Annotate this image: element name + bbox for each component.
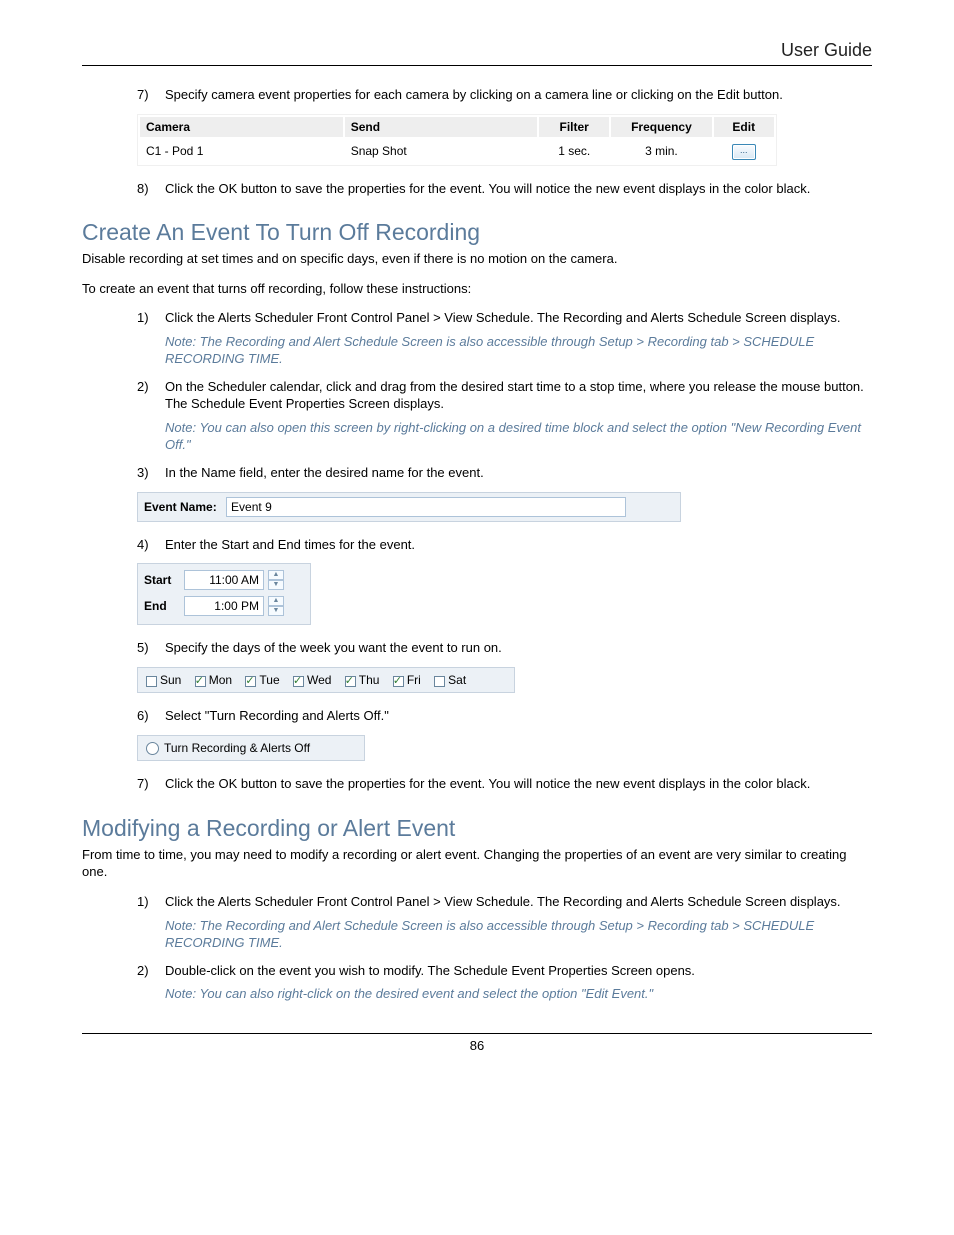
day-mon[interactable]: Mon	[195, 673, 232, 687]
step-a1-text: Click the Alerts Scheduler Front Control…	[165, 310, 841, 325]
col-send: Send	[345, 117, 537, 137]
section-create-event-off: Create An Event To Turn Off Recording	[82, 219, 872, 246]
step-8-text: Click the OK button to save the properti…	[165, 181, 810, 196]
chevron-up-icon[interactable]: ▲	[268, 596, 284, 606]
step-a5: 5) Specify the days of the week you want…	[137, 639, 872, 657]
step-b1: 1) Click the Alerts Scheduler Front Cont…	[137, 893, 872, 952]
checkbox-sun[interactable]	[146, 676, 157, 687]
day-sat-label: Sat	[448, 673, 466, 687]
start-spinner[interactable]: ▲▼	[268, 570, 284, 590]
step-a6: 6) Select "Turn Recording and Alerts Off…	[137, 707, 872, 725]
cell-filter: 1 sec.	[539, 139, 609, 163]
step-7-num: 7)	[137, 86, 149, 104]
step-b1-note: Note: The Recording and Alert Schedule S…	[165, 917, 872, 952]
section-modify-event: Modifying a Recording or Alert Event	[82, 815, 872, 842]
step-a5-text: Specify the days of the week you want th…	[165, 640, 502, 655]
radio-turn-off[interactable]	[146, 742, 159, 755]
step-8: 8) Click the OK button to save the prope…	[137, 180, 872, 198]
col-edit: Edit	[714, 117, 774, 137]
chevron-down-icon[interactable]: ▼	[268, 606, 284, 616]
step-7-text: Specify camera event properties for each…	[165, 87, 783, 102]
table-row: C1 - Pod 1 Snap Shot 1 sec. 3 min. ...	[140, 139, 774, 163]
day-sun[interactable]: Sun	[146, 673, 181, 687]
day-mon-label: Mon	[209, 673, 232, 687]
day-wed[interactable]: Wed	[293, 673, 331, 687]
checkbox-thu[interactable]	[345, 676, 356, 687]
col-camera: Camera	[140, 117, 343, 137]
col-frequency: Frequency	[611, 117, 711, 137]
step-b2-note: Note: You can also right-click on the de…	[165, 985, 872, 1003]
step-a7: 7) Click the OK button to save the prope…	[137, 775, 872, 793]
cell-camera: C1 - Pod 1	[140, 139, 343, 163]
footer-rule	[82, 1033, 872, 1034]
day-fri[interactable]: Fri	[393, 673, 421, 687]
step-a4-num: 4)	[137, 536, 149, 554]
step-b2-num: 2)	[137, 962, 149, 980]
step-a7-num: 7)	[137, 775, 149, 793]
step-8-num: 8)	[137, 180, 149, 198]
step-a2: 2) On the Scheduler calendar, click and …	[137, 378, 872, 454]
start-time-input[interactable]	[184, 570, 264, 590]
chevron-up-icon[interactable]: ▲	[268, 570, 284, 580]
step-a2-text: On the Scheduler calendar, click and dra…	[165, 379, 864, 412]
step-a6-text: Select "Turn Recording and Alerts Off."	[165, 708, 389, 723]
step-a7-text: Click the OK button to save the properti…	[165, 776, 810, 791]
step-a2-note: Note: You can also open this screen by r…	[165, 419, 872, 454]
chevron-down-icon[interactable]: ▼	[268, 580, 284, 590]
checkbox-tue[interactable]	[245, 676, 256, 687]
day-tue-label: Tue	[259, 673, 279, 687]
step-a1-note: Note: The Recording and Alert Schedule S…	[165, 333, 872, 368]
step-a1: 1) Click the Alerts Scheduler Front Cont…	[137, 309, 872, 368]
cell-send: Snap Shot	[345, 139, 537, 163]
step-b1-text: Click the Alerts Scheduler Front Control…	[165, 894, 841, 909]
checkbox-sat[interactable]	[434, 676, 445, 687]
day-tue[interactable]: Tue	[245, 673, 279, 687]
event-name-label: Event Name:	[144, 500, 217, 514]
checkbox-mon[interactable]	[195, 676, 206, 687]
header-rule	[82, 65, 872, 66]
step-a5-num: 5)	[137, 639, 149, 657]
start-label: Start	[144, 573, 184, 587]
end-label: End	[144, 599, 184, 613]
section-a-intro2: To create an event that turns off record…	[82, 280, 872, 298]
edit-button[interactable]: ...	[732, 144, 756, 160]
radio-turn-off-label: Turn Recording & Alerts Off	[164, 741, 310, 755]
start-end-figure: Start ▲▼ End ▲▼	[137, 563, 311, 625]
event-name-input[interactable]	[226, 497, 626, 517]
step-b2: 2) Double-click on the event you wish to…	[137, 962, 872, 1003]
camera-event-table: Camera Send Filter Frequency Edit C1 - P…	[137, 114, 777, 166]
header-title: User Guide	[82, 40, 872, 61]
day-thu-label: Thu	[359, 673, 380, 687]
step-b1-num: 1)	[137, 893, 149, 911]
section-a-intro1: Disable recording at set times and on sp…	[82, 250, 872, 268]
step-a3-text: In the Name field, enter the desired nam…	[165, 465, 484, 480]
days-of-week-figure: Sun Mon Tue Wed Thu Fri Sat	[137, 667, 515, 694]
end-time-input[interactable]	[184, 596, 264, 616]
step-a6-num: 6)	[137, 707, 149, 725]
step-a2-num: 2)	[137, 378, 149, 396]
day-thu[interactable]: Thu	[345, 673, 380, 687]
cell-frequency: 3 min.	[611, 139, 711, 163]
page-number: 86	[82, 1038, 872, 1053]
day-wed-label: Wed	[307, 673, 331, 687]
turn-off-figure: Turn Recording & Alerts Off	[137, 735, 365, 761]
step-a3-num: 3)	[137, 464, 149, 482]
section-b-intro: From time to time, you may need to modif…	[82, 846, 872, 881]
checkbox-fri[interactable]	[393, 676, 404, 687]
step-a1-num: 1)	[137, 309, 149, 327]
day-sat[interactable]: Sat	[434, 673, 466, 687]
step-a3: 3) In the Name field, enter the desired …	[137, 464, 872, 482]
step-a4-text: Enter the Start and End times for the ev…	[165, 537, 415, 552]
step-a4: 4) Enter the Start and End times for the…	[137, 536, 872, 554]
end-spinner[interactable]: ▲▼	[268, 596, 284, 616]
checkbox-wed[interactable]	[293, 676, 304, 687]
step-b2-text: Double-click on the event you wish to mo…	[165, 963, 695, 978]
event-name-figure: Event Name:	[137, 492, 681, 522]
day-fri-label: Fri	[407, 673, 421, 687]
step-7: 7) Specify camera event properties for e…	[137, 86, 872, 104]
col-filter: Filter	[539, 117, 609, 137]
day-sun-label: Sun	[160, 673, 181, 687]
